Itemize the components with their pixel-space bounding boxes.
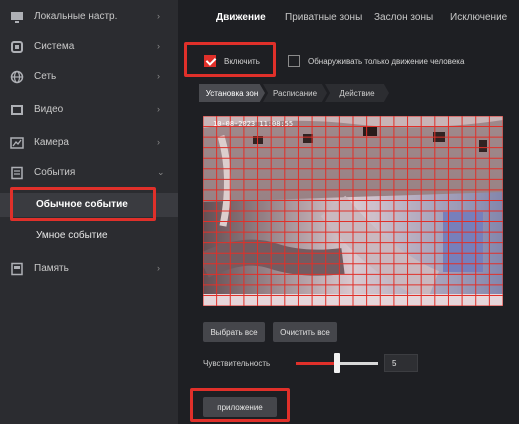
sidebar-subitem-smart-event[interactable]: Умное событие bbox=[0, 224, 178, 248]
sidebar-item-label: События bbox=[34, 167, 76, 178]
storage-icon bbox=[11, 262, 23, 276]
chevron-right-icon: › bbox=[157, 11, 160, 21]
sidebar-item-label: Локальные настр. bbox=[34, 11, 118, 22]
sidebar-item-video[interactable]: Видео › bbox=[0, 97, 178, 123]
sidebar-item-label: Камера bbox=[34, 137, 69, 148]
sidebar-item-storage[interactable]: Память › bbox=[0, 256, 178, 282]
sidebar-item-label: Система bbox=[34, 41, 75, 52]
chevron-right-icon: › bbox=[157, 137, 160, 147]
video-timestamp: 10-08-2023 11:08:55 bbox=[213, 120, 294, 128]
motion-grid-overlay[interactable] bbox=[203, 116, 503, 306]
sidebar-item-system[interactable]: Система › bbox=[0, 34, 178, 60]
subtab-zone-setup[interactable]: Установка зон bbox=[199, 84, 265, 102]
chevron-right-icon: › bbox=[157, 71, 160, 81]
monitor-icon bbox=[11, 12, 23, 23]
sidebar-item-local-settings[interactable]: Локальные настр. › bbox=[0, 4, 178, 30]
clear-all-button[interactable]: Очистить все bbox=[273, 322, 337, 342]
sidebar-item-camera[interactable]: Камера › bbox=[0, 130, 178, 156]
tab-tamper-zones[interactable]: Заслон зоны bbox=[374, 12, 433, 23]
events-icon bbox=[11, 166, 23, 180]
sensitivity-slider-fill bbox=[296, 362, 337, 365]
sidebar-subitem-label: Умное событие bbox=[36, 230, 108, 241]
enable-checkbox-label: Включить bbox=[224, 56, 260, 66]
video-preview[interactable]: 10-08-2023 11:08:55 bbox=[203, 116, 503, 306]
subtab-schedule[interactable]: Расписание bbox=[263, 84, 327, 102]
camera-icon bbox=[10, 137, 24, 149]
sidebar-item-events[interactable]: События ⌄ bbox=[0, 160, 178, 186]
sidebar-item-label: Видео bbox=[34, 104, 64, 115]
sensitivity-value-field[interactable]: 5 bbox=[384, 354, 418, 372]
tab-motion[interactable]: Движение bbox=[216, 12, 266, 23]
chevron-right-icon: › bbox=[157, 104, 160, 114]
sidebar-subitem-normal-event[interactable]: Обычное событие bbox=[0, 193, 178, 217]
sensitivity-label: Чувствительность bbox=[203, 359, 271, 368]
video-icon bbox=[11, 105, 23, 115]
sidebar-item-label: Сеть bbox=[34, 71, 57, 82]
tab-privacy-zones[interactable]: Приватные зоны bbox=[285, 12, 362, 23]
chevron-down-icon: ⌄ bbox=[157, 167, 165, 177]
human-only-checkbox-label: Обнаруживать только движение человека bbox=[308, 56, 465, 66]
select-all-button[interactable]: Выбрать все bbox=[203, 322, 265, 342]
network-icon bbox=[10, 70, 24, 84]
subtab-action[interactable]: Действие bbox=[325, 84, 389, 102]
sidebar-subitem-label: Обычное событие bbox=[36, 199, 128, 210]
chevron-right-icon: › bbox=[157, 263, 160, 273]
main-panel: Движение Приватные зоны Заслон зоны Искл… bbox=[178, 0, 519, 424]
checkbox-checked-icon[interactable] bbox=[204, 55, 216, 67]
sidebar-item-label: Память bbox=[34, 263, 69, 274]
enable-checkbox[interactable]: Включить bbox=[204, 50, 260, 72]
apply-button[interactable]: приложение bbox=[203, 397, 277, 417]
sensitivity-slider-handle[interactable] bbox=[334, 353, 340, 373]
checkbox-unchecked-icon[interactable] bbox=[288, 55, 300, 67]
system-icon bbox=[11, 41, 23, 53]
sidebar-item-network[interactable]: Сеть › bbox=[0, 64, 178, 90]
human-only-checkbox[interactable]: Обнаруживать только движение человека bbox=[288, 50, 464, 72]
chevron-right-icon: › bbox=[157, 41, 160, 51]
sidebar: Локальные настр. › Система › Сеть › Виде… bbox=[0, 0, 178, 424]
tab-exception[interactable]: Исключение bbox=[450, 12, 507, 23]
tab-bar: Движение Приватные зоны Заслон зоны Искл… bbox=[178, 0, 519, 36]
